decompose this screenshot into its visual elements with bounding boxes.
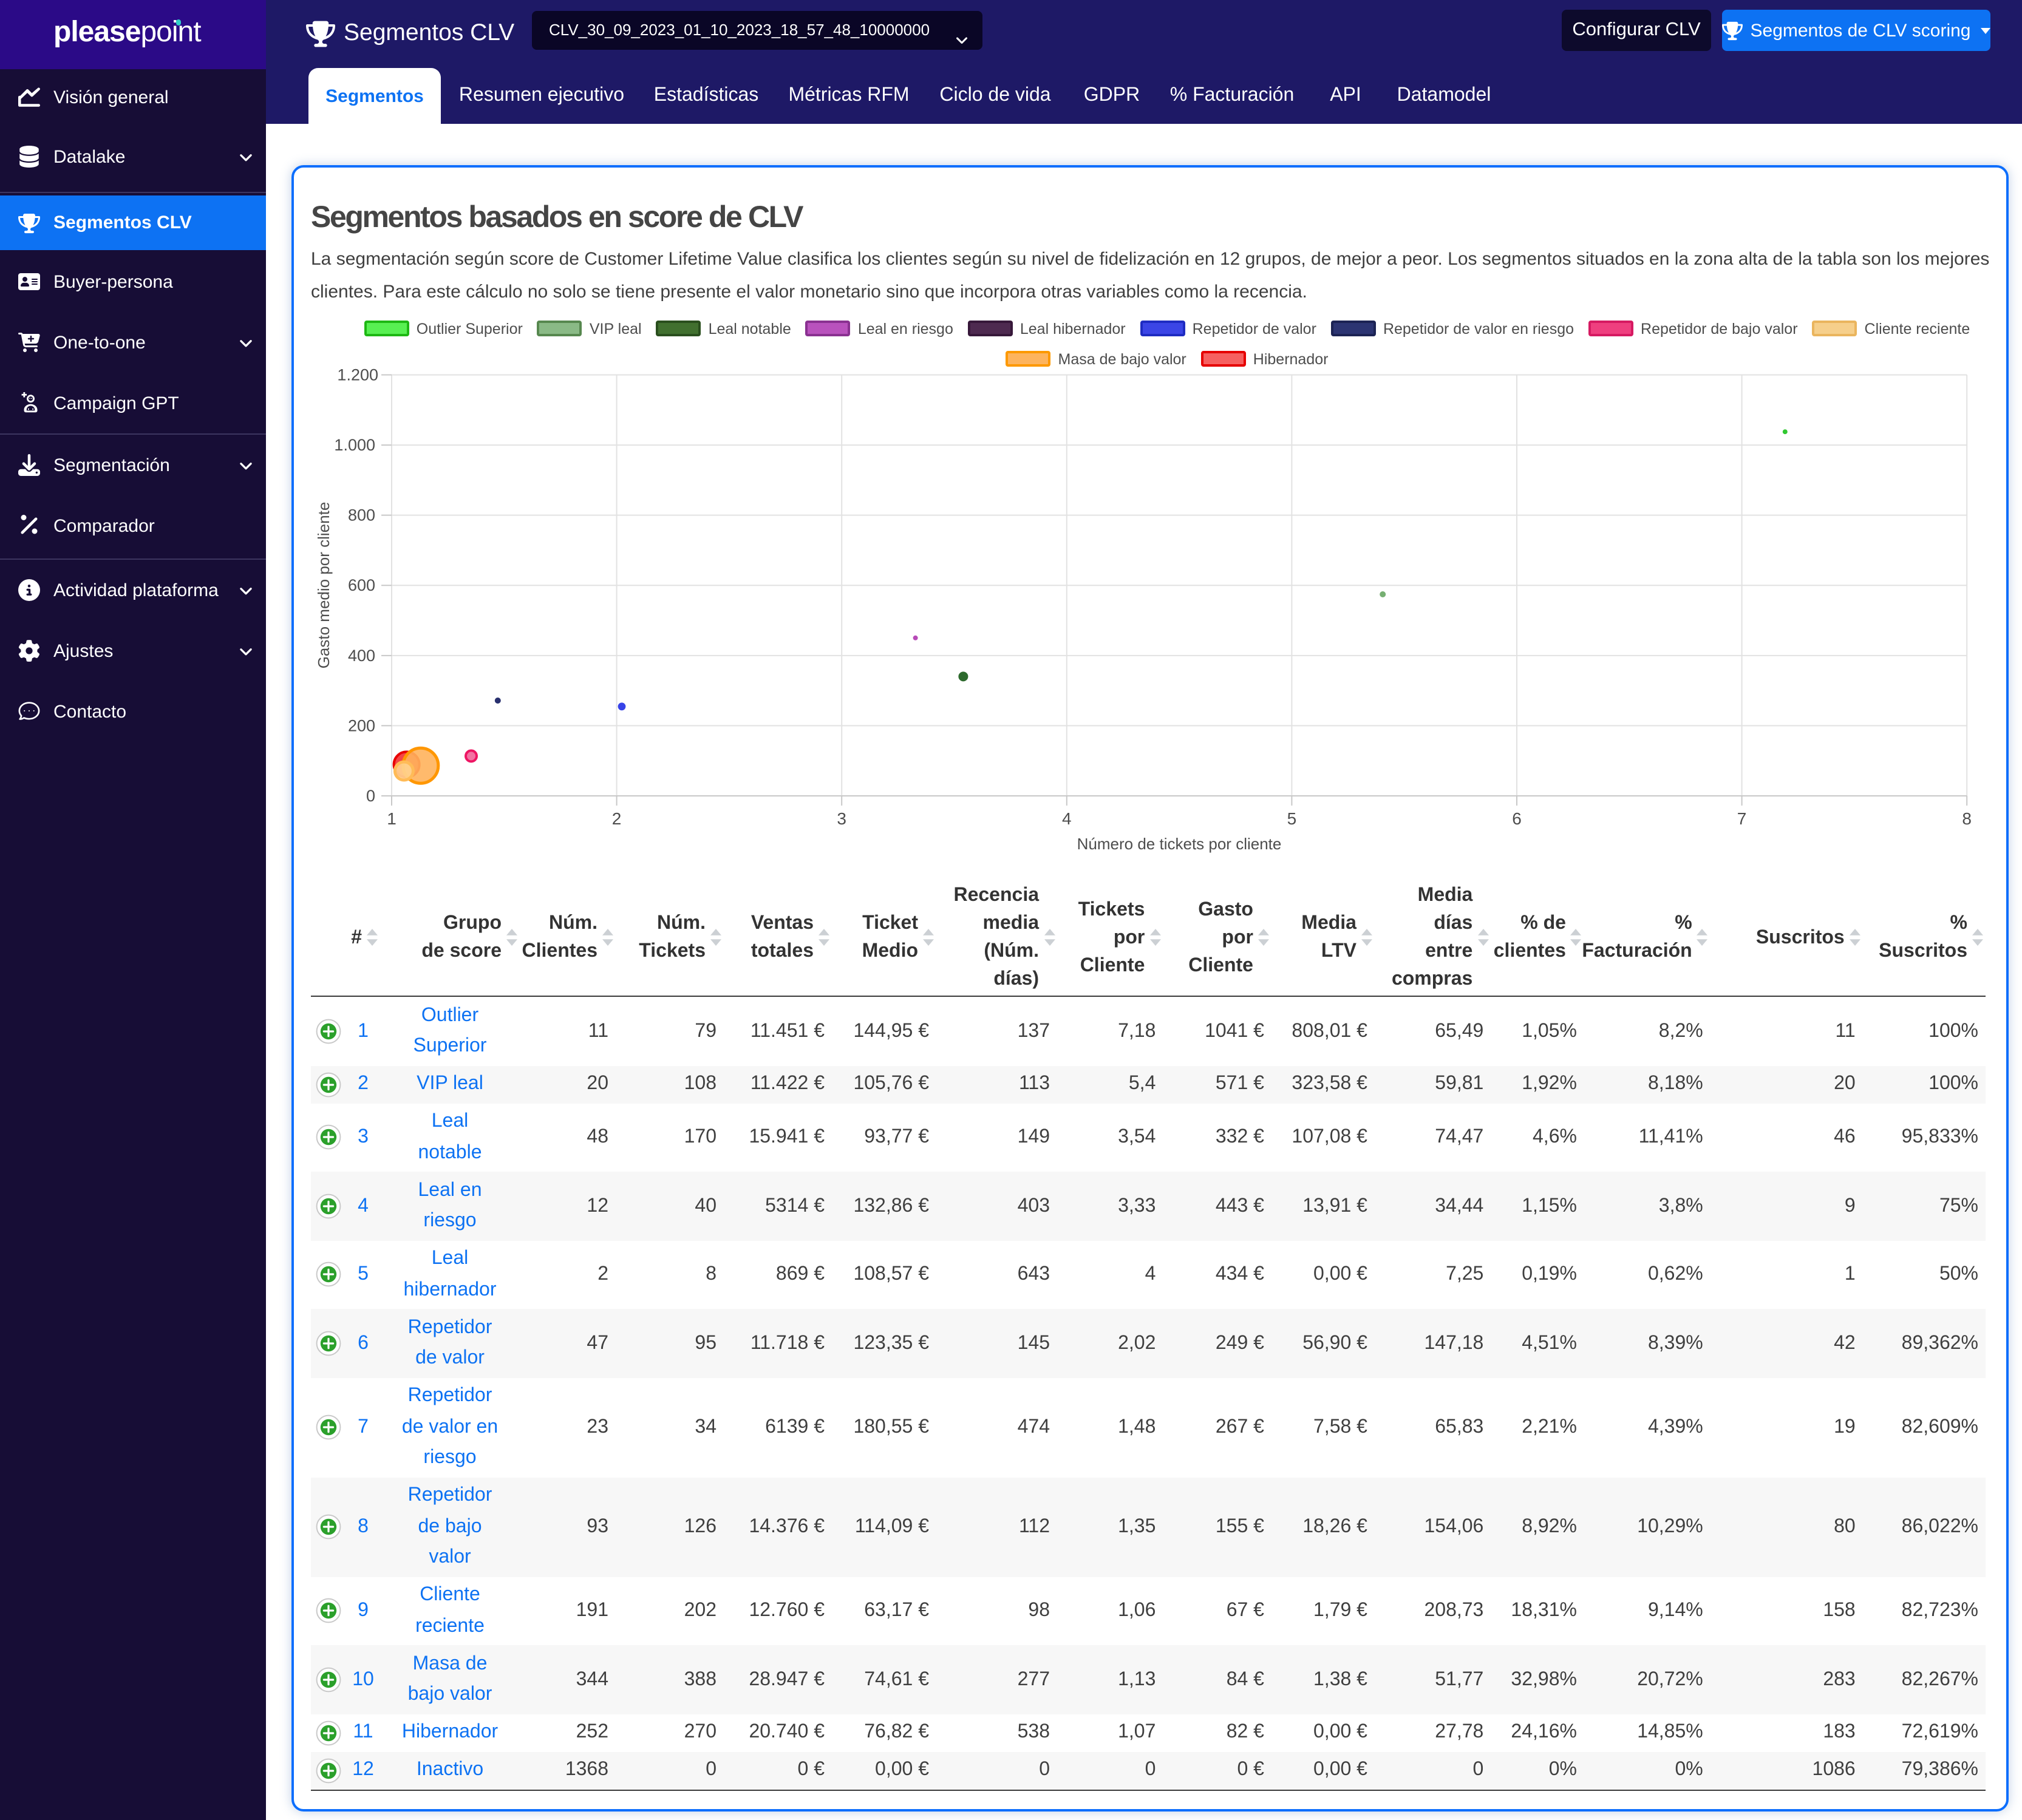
- svg-text:1: 1: [387, 809, 397, 828]
- svg-text:2: 2: [612, 809, 622, 828]
- svg-text:1.200: 1.200: [337, 366, 378, 384]
- svg-text:4: 4: [1062, 809, 1072, 828]
- svg-text:400: 400: [348, 647, 375, 665]
- svg-text:200: 200: [348, 716, 375, 735]
- svg-text:0: 0: [366, 787, 375, 805]
- svg-text:6: 6: [1512, 809, 1522, 828]
- svg-text:3: 3: [837, 809, 846, 828]
- svg-text:7: 7: [1737, 809, 1747, 828]
- svg-text:5: 5: [1287, 809, 1297, 828]
- svg-text:1.000: 1.000: [334, 436, 375, 454]
- svg-text:Número de tickets por cliente: Número de tickets por cliente: [1077, 835, 1282, 853]
- svg-text:8: 8: [1962, 809, 1972, 828]
- svg-text:Gasto medio por cliente: Gasto medio por cliente: [315, 502, 333, 669]
- svg-text:800: 800: [348, 506, 375, 525]
- svg-text:600: 600: [348, 576, 375, 594]
